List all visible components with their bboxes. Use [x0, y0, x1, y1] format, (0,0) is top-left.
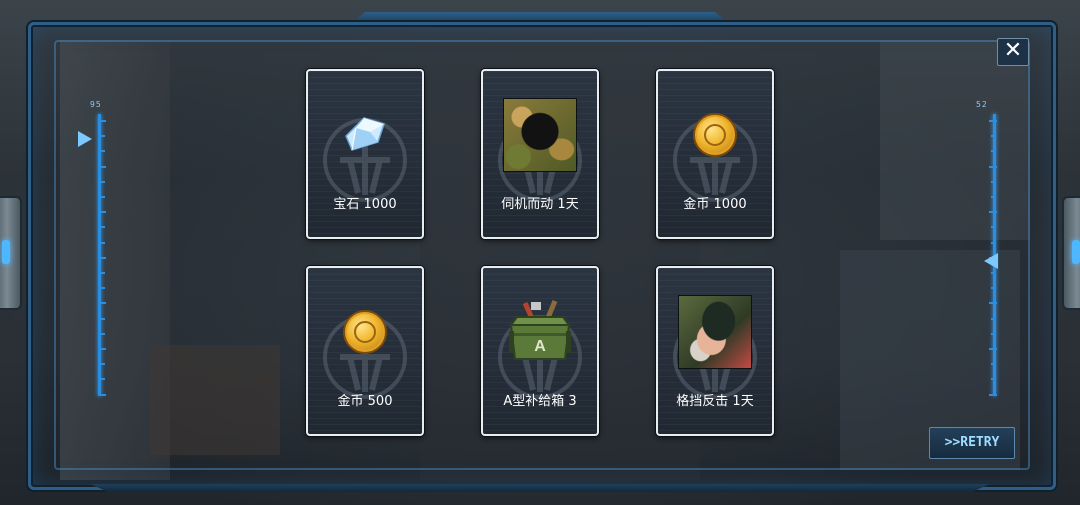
right-gauge-tick — [991, 226, 996, 229]
reward-label: A型补给箱 3 — [503, 394, 577, 409]
reward-card-ambush-skill[interactable]: 伺机而动 1天 — [481, 69, 599, 239]
right-gauge-pointer-icon — [984, 252, 998, 269]
right-gauge-tick — [991, 287, 996, 290]
left-gauge-pointer-icon — [78, 131, 92, 148]
left-gauge-tick — [98, 211, 106, 214]
right-gauge: 52 — [974, 100, 1004, 400]
right-gauge-tick — [991, 363, 996, 366]
right-gauge-tick — [991, 317, 996, 320]
reward-icon-area — [327, 294, 403, 370]
frame-bottom-edge — [90, 484, 990, 492]
right-gauge-tick — [989, 165, 997, 168]
handle-light-icon — [1072, 240, 1080, 264]
right-gauge-tick — [989, 302, 997, 305]
left-gauge: 95 — [78, 100, 108, 400]
right-gauge-tick — [989, 211, 997, 214]
left-gauge-track — [98, 114, 101, 396]
right-gauge-tick — [989, 393, 997, 396]
reward-card-gems[interactable]: 宝石 1000 — [306, 69, 424, 239]
right-gauge-tick — [991, 196, 996, 198]
right-gauge-tick — [991, 378, 996, 381]
reward-label: 宝石 1000 — [333, 197, 397, 212]
fighter-portrait-icon — [678, 295, 752, 369]
supply-crate-icon: A — [509, 300, 571, 360]
left-gauge-tick — [100, 150, 105, 153]
left-gauge-tick — [100, 378, 105, 381]
reward-icon-area — [327, 97, 403, 173]
reward-icon-area — [677, 294, 753, 370]
right-gauge-tick — [989, 120, 997, 122]
right-gauge-tick — [989, 348, 997, 350]
right-side-handle — [1062, 196, 1080, 310]
left-gauge-tick — [100, 363, 105, 366]
reward-label: 金币 1000 — [683, 197, 747, 212]
reward-card-gold-500[interactable]: 金币 500 — [306, 266, 424, 436]
right-gauge-tick — [991, 135, 996, 138]
left-gauge-tick — [100, 180, 105, 183]
reward-card-counter-skill[interactable]: 格挡反击 1天 — [656, 266, 774, 436]
gem-icon — [345, 117, 385, 151]
right-gauge-value: 52 — [976, 100, 988, 109]
reward-label: 格挡反击 1天 — [676, 394, 754, 409]
left-gauge-tick — [98, 120, 106, 122]
left-gauge-tick — [100, 317, 105, 320]
left-gauge-tick — [100, 135, 105, 138]
reward-label: 伺机而动 1天 — [501, 197, 579, 212]
right-gauge-tick — [991, 241, 996, 244]
right-gauge-tick — [991, 180, 996, 183]
retry-button[interactable]: >>RETRY — [929, 427, 1015, 459]
left-gauge-tick — [100, 241, 105, 244]
right-gauge-tick — [991, 332, 996, 335]
left-gauge-tick — [98, 165, 106, 168]
left-gauge-value: 95 — [90, 100, 102, 109]
left-side-handle — [0, 196, 22, 310]
close-icon: ✕ — [1003, 38, 1023, 63]
left-gauge-tick — [98, 256, 106, 259]
reward-card-supply-crate[interactable]: A A型补给箱 3 — [481, 266, 599, 436]
reward-icon-area — [677, 97, 753, 173]
gold-coin-icon — [343, 310, 387, 354]
right-gauge-tick — [991, 150, 996, 153]
reward-icon-area — [502, 97, 578, 173]
gold-coin-icon — [693, 113, 737, 157]
reward-card-gold-1000[interactable]: 金币 1000 — [656, 69, 774, 239]
left-gauge-tick — [100, 332, 105, 335]
ninja-portrait-icon — [503, 98, 577, 172]
left-gauge-tick — [98, 302, 106, 305]
svg-text:A: A — [534, 338, 546, 355]
left-gauge-tick — [100, 272, 105, 274]
reward-label: 金币 500 — [337, 394, 393, 409]
left-gauge-tick — [100, 287, 105, 290]
left-gauge-tick — [98, 348, 106, 350]
reward-icon-area: A — [502, 294, 578, 370]
right-gauge-tick — [991, 272, 996, 274]
close-button[interactable]: ✕ — [997, 38, 1029, 66]
left-gauge-tick — [100, 226, 105, 229]
left-gauge-tick — [98, 393, 106, 396]
left-gauge-tick — [100, 196, 105, 198]
handle-light-icon — [2, 240, 10, 264]
